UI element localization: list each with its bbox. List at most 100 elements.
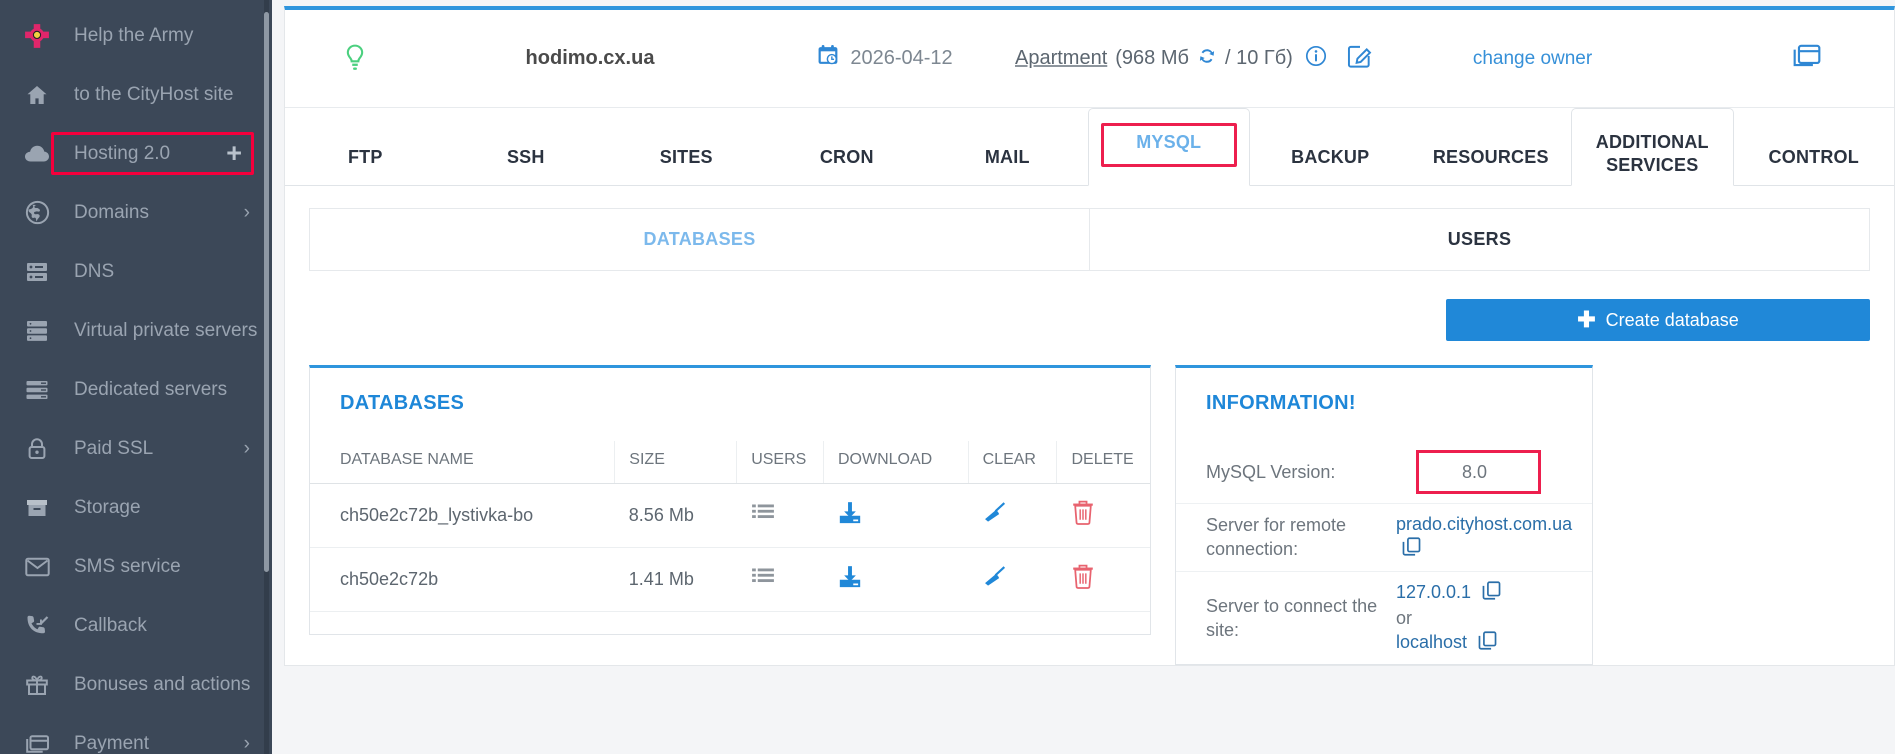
tab-mysql-label: MYSQL [1136,132,1202,152]
cloud-icon [17,143,57,165]
sidebar-item-bonuses-and-actions[interactable]: Bonuses and actions [0,655,272,714]
database-name-cell: ch50e2c72b_lystivka-bo [310,483,615,548]
phone-callback-icon [17,614,57,638]
remote-server-value[interactable]: prado.cityhost.com.ua [1396,514,1572,534]
sidebar-item-label: to the CityHost site [74,83,234,105]
site-server-localhost[interactable]: localhost [1396,632,1467,652]
database-download-cell [823,547,969,612]
sidebar-item-help-the-army[interactable]: Help the Army [0,6,272,65]
column-clear: CLEAR [967,441,1057,484]
sidebar-item-label: SMS service [74,555,181,577]
site-server-ip[interactable]: 127.0.0.1 [1396,582,1471,602]
change-owner-link[interactable]: change owner [1473,48,1592,70]
list-users-icon[interactable] [751,503,775,523]
site-server-value-wrap: 127.0.0.1 or localhost [1396,580,1576,657]
chevron-right-icon: › [243,437,250,459]
sidebar-item-label: Virtual private servers [74,319,258,341]
download-icon[interactable] [837,500,863,526]
subtab-users[interactable]: USERS [1090,209,1869,270]
mysql-version-value-wrap: 8.0 [1396,449,1576,495]
tab-backup[interactable]: BACKUP [1250,108,1411,185]
sidebar-item-domains[interactable]: Domains › [0,183,272,242]
table-header-row: DATABASE NAME SIZE USERS DOWNLOAD CLEAR … [310,441,1150,484]
dedicated-server-icon [17,379,57,401]
refresh-icon[interactable] [1197,47,1217,71]
remote-server-label: Server for remote connection: [1206,515,1347,560]
download-icon[interactable] [837,564,863,590]
information-card-title: INFORMATION! [1206,392,1356,414]
mysql-version-highlight-box [1416,449,1542,495]
tab-mysql[interactable]: MYSQL [1087,108,1250,186]
remote-server-row: Server for remote connection: prado.city… [1176,503,1592,571]
database-size-cell: 8.56 Mb [614,483,737,548]
lock-icon [17,437,57,461]
envelope-icon [17,557,57,577]
databases-table: DATABASE NAME SIZE USERS DOWNLOAD CLEAR … [310,441,1150,612]
databases-card: DATABASES DATABASE NAME SIZE USERS DOWNL… [309,365,1151,635]
broom-icon[interactable] [982,501,1008,525]
dns-server-icon [17,261,57,283]
globe-icon [17,200,57,225]
tab-ssh[interactable]: SSH [446,108,607,185]
tab-resources[interactable]: RESOURCES [1411,108,1572,185]
expiry-date: 2026-04-12 [755,44,1015,73]
mysql-version-row: MySQL Version: 8.0 [1176,441,1592,503]
database-delete-cell [1056,547,1150,612]
sidebar-item-storage[interactable]: Storage [0,478,272,537]
tab-cron[interactable]: CRON [767,108,928,185]
trash-icon[interactable] [1071,564,1095,589]
storage-box-icon [17,497,57,519]
sidebar-item-hosting-2-0[interactable]: Hosting 2.0 + [0,124,272,183]
list-users-icon[interactable] [751,567,775,587]
sidebar-item-dedicated-servers[interactable]: Dedicated servers [0,360,272,419]
home-icon [17,83,57,107]
sidebar-item-label: Help the Army [74,24,194,46]
tab-mail[interactable]: MAIL [927,108,1088,185]
vps-icon [17,319,57,343]
edit-pencil-icon[interactable] [1347,44,1373,74]
sidebar-item-label: Callback [74,614,147,636]
sidebar-item-sms-service[interactable]: SMS service [0,537,272,596]
sidebar-item-callback[interactable]: Callback [0,596,272,655]
hosting-panel: hodimo.cx.ua 2026-04-12 Apartment (968 М… [284,6,1895,667]
sidebar-item-payment[interactable]: Payment › [0,714,272,754]
trash-icon[interactable] [1071,500,1095,525]
sidebar-item-cityhost-site[interactable]: to the CityHost site [0,65,272,124]
tab-ftp[interactable]: FTP [285,108,446,185]
remote-server-value-wrap: prado.cityhost.com.ua [1396,512,1576,563]
sidebar-item-virtual-private-servers[interactable]: Virtual private servers [0,301,272,360]
database-delete-cell [1056,483,1150,548]
chevron-right-icon: › [243,201,250,223]
window-copy-icon[interactable] [1792,43,1822,74]
subtab-databases[interactable]: DATABASES [310,209,1090,270]
site-server-or: or [1396,607,1413,628]
create-database-button[interactable]: ✚ Create database [1446,299,1870,341]
main-content: hodimo.cx.ua 2026-04-12 Apartment (968 М… [272,0,1895,754]
table-row: ch50e2c72b_lystivka-bo 8.56 Mb [310,483,1150,548]
copy-icon[interactable] [1402,537,1421,562]
database-size-cell: 1.41 Mb [614,547,737,612]
tab-additional-services[interactable]: ADDITIONAL SERVICES [1571,108,1734,186]
plan-info: Apartment (968 Мб / 10 Гб) [1015,44,1373,74]
plan-quota: / 10 Гб) [1224,47,1293,69]
information-rows: MySQL Version: 8.0 Server for remote con [1176,441,1592,664]
sidebar-item-paid-ssl[interactable]: Paid SSL › [0,419,272,478]
plan-name-link[interactable]: Apartment [1015,47,1107,70]
info-circle-icon[interactable] [1305,45,1327,73]
copy-icon[interactable] [1478,631,1497,656]
tab-control[interactable]: CONTROL [1734,108,1895,185]
gift-icon [17,673,57,697]
sidebar-item-dns[interactable]: DNS [0,242,272,301]
army-cross-icon [17,23,57,49]
sidebar-item-label: Storage [74,496,141,518]
broom-icon[interactable] [982,565,1008,589]
copy-icon[interactable] [1482,581,1501,606]
section-tabs: FTP SSH SITES CRON MAIL MYSQL BACKUP RES… [285,108,1894,186]
calendar-clock-icon [817,44,840,73]
tab-sites[interactable]: SITES [606,108,767,185]
lightbulb-icon[interactable] [285,44,425,74]
app-root: Help the Army to the CityHost site Hosti… [0,0,1895,754]
add-hosting-plus-icon[interactable]: + [226,140,242,167]
database-users-cell [736,483,824,548]
information-card: INFORMATION! MySQL Version: 8.0 Server f… [1175,365,1593,666]
